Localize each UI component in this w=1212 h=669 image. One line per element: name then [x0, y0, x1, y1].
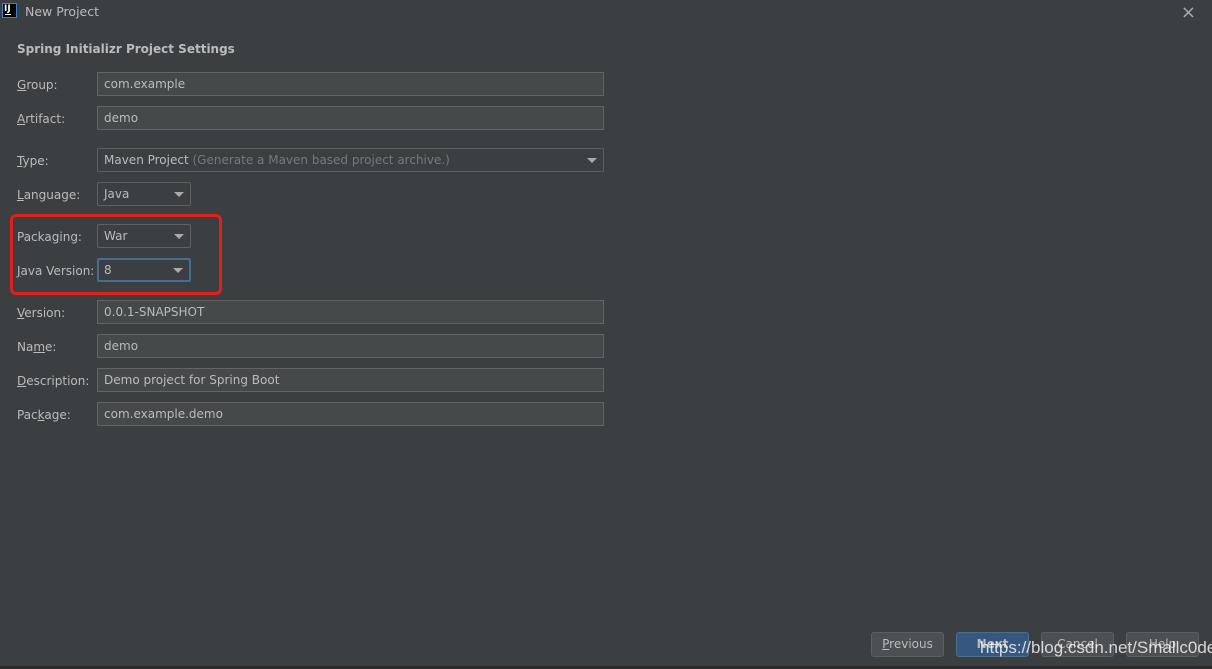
window-title: New Project [25, 4, 100, 19]
type-hint: (Generate a Maven based project archive.… [192, 153, 450, 167]
version-label: Version: [17, 306, 66, 320]
artifact-label: Artifact: [17, 112, 66, 126]
description-label: Description: [17, 374, 90, 388]
packaging-label: Packaging: [17, 230, 82, 244]
type-dropdown[interactable]: Maven Project (Generate a Maven based pr… [97, 148, 604, 172]
packaging-dropdown[interactable]: War [97, 224, 191, 248]
chevron-down-icon [174, 192, 184, 197]
version-input[interactable]: 0.0.1-SNAPSHOT [97, 300, 604, 324]
section-title: Spring Initializr Project Settings [17, 42, 235, 56]
title-bar: IJ New Project × [0, 0, 1212, 24]
language-label: Language: [17, 188, 81, 202]
type-label: Type: [17, 154, 49, 168]
java-version-dropdown[interactable]: 8 [97, 258, 191, 282]
close-icon[interactable]: × [1181, 2, 1196, 23]
artifact-input[interactable]: demo [97, 106, 604, 130]
java-version-label: Java Version: [17, 264, 95, 278]
java-version-value: 8 [104, 263, 112, 277]
package-label: Package: [17, 408, 71, 422]
group-label: Group: [17, 78, 58, 92]
name-input[interactable]: demo [97, 334, 604, 358]
intellij-app-icon: IJ [2, 3, 17, 18]
chevron-down-icon [173, 268, 183, 273]
previous-button[interactable]: Previous [871, 632, 944, 657]
name-label: Name: [17, 340, 57, 354]
chevron-down-icon [587, 158, 597, 163]
group-input[interactable]: com.example [97, 72, 604, 96]
packaging-value: War [104, 229, 128, 243]
description-input[interactable]: Demo project for Spring Boot [97, 368, 604, 392]
watermark-text: https://blog.csdn.net/Smallc0de [980, 638, 1212, 657]
chevron-down-icon [174, 234, 184, 239]
language-dropdown[interactable]: Java [97, 182, 191, 206]
language-value: Java [104, 187, 130, 201]
type-value: Maven Project [104, 153, 189, 167]
package-input[interactable]: com.example.demo [97, 402, 604, 426]
